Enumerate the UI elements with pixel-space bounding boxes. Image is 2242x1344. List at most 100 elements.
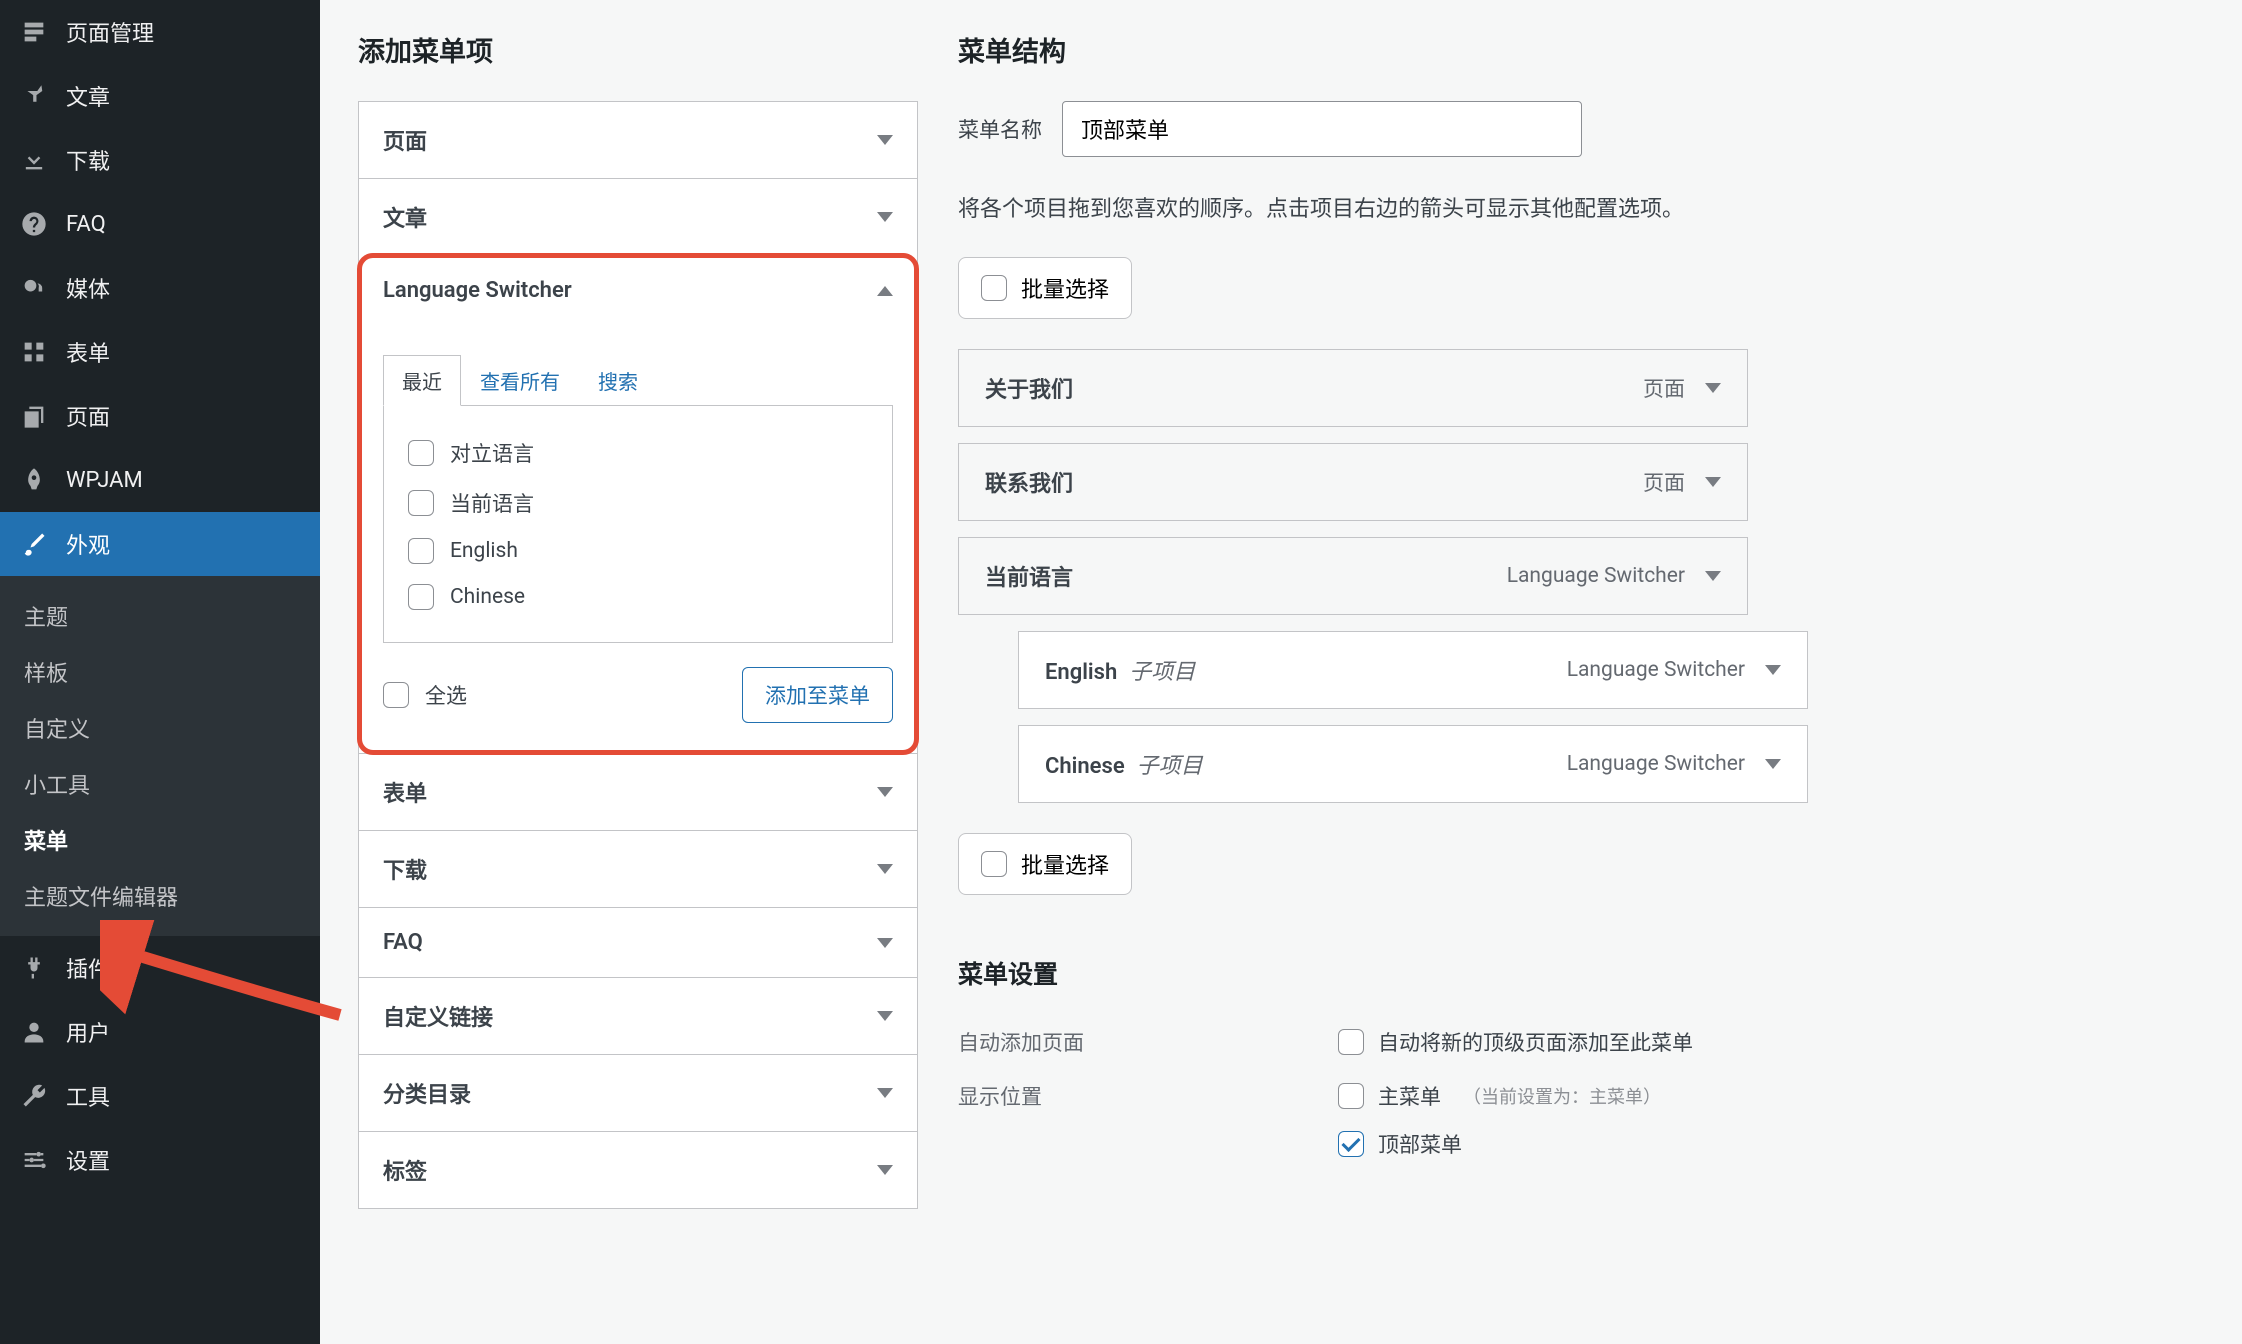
sidebar-label: FAQ bbox=[66, 212, 106, 237]
checkbox[interactable] bbox=[383, 682, 409, 708]
sidebar-item-downloads[interactable]: 下载 bbox=[0, 128, 320, 192]
auto-add-checkbox[interactable]: 自动将新的顶级页面添加至此菜单 bbox=[1338, 1027, 1693, 1057]
sidebar-item-pages-mgmt[interactable]: 页面管理 bbox=[0, 0, 320, 64]
wrench-icon bbox=[18, 1080, 50, 1112]
opt-opposite-lang[interactable]: 对立语言 bbox=[402, 428, 874, 478]
accordion-label: 分类目录 bbox=[383, 1077, 471, 1109]
accordion-lang-header[interactable]: Language Switcher bbox=[359, 256, 917, 325]
tab-view-all[interactable]: 查看所有 bbox=[461, 355, 579, 406]
chevron-down-icon bbox=[877, 135, 893, 145]
checkbox[interactable] bbox=[408, 538, 434, 564]
sidebar-item-forms[interactable]: 表单 bbox=[0, 320, 320, 384]
submenu-widgets[interactable]: 小工具 bbox=[0, 756, 320, 812]
sidebar-label: 表单 bbox=[66, 336, 110, 368]
lang-options-list: 对立语言 当前语言 English Chinese bbox=[383, 405, 893, 643]
select-all[interactable]: 全选 bbox=[383, 680, 467, 710]
menu-name-label: 菜单名称 bbox=[958, 114, 1042, 144]
sidebar-label: 外观 bbox=[66, 528, 110, 560]
submenu-themes[interactable]: 主题 bbox=[0, 588, 320, 644]
loc-top-menu[interactable]: 顶部菜单 bbox=[1338, 1129, 1661, 1159]
batch-select-button-top[interactable]: 批量选择 bbox=[958, 257, 1132, 319]
sidebar-item-users[interactable]: 用户 bbox=[0, 1000, 320, 1064]
accordion-downloads[interactable]: 下载 bbox=[359, 831, 917, 907]
accordion-faq[interactable]: FAQ bbox=[359, 908, 917, 977]
chevron-down-icon bbox=[877, 1011, 893, 1021]
chevron-down-icon[interactable] bbox=[1705, 477, 1721, 487]
accordion-label: 表单 bbox=[383, 776, 427, 808]
accordion-label: FAQ bbox=[383, 930, 423, 955]
main-content: 添加菜单项 页面 文章 Language Switcher bbox=[320, 0, 2242, 1344]
checkbox[interactable] bbox=[408, 490, 434, 516]
page-icon bbox=[18, 16, 50, 48]
tab-recent[interactable]: 最近 bbox=[383, 355, 461, 406]
accordion-label: 标签 bbox=[383, 1154, 427, 1186]
checkbox[interactable] bbox=[981, 275, 1007, 301]
submenu-theme-editor[interactable]: 主题文件编辑器 bbox=[0, 868, 320, 924]
sidebar-item-settings[interactable]: 设置 bbox=[0, 1128, 320, 1192]
accordion-forms[interactable]: 表单 bbox=[359, 754, 917, 830]
sidebar-item-tools[interactable]: 工具 bbox=[0, 1064, 320, 1128]
accordion-language-switcher: Language Switcher 最近 查看所有 搜索 对立语言 当前语言 E… bbox=[359, 255, 917, 753]
help-text: 将各个项目拖到您喜欢的顺序。点击项目右边的箭头可显示其他配置选项。 bbox=[958, 191, 2204, 223]
sidebar-item-wpjam[interactable]: WPJAM bbox=[0, 448, 320, 512]
accordion-posts[interactable]: 文章 bbox=[359, 179, 917, 255]
accordion-label: 下载 bbox=[383, 853, 427, 885]
menu-item-row[interactable]: 关于我们 页面 bbox=[958, 349, 1748, 427]
sidebar-label: WPJAM bbox=[66, 468, 143, 493]
chevron-down-icon[interactable] bbox=[1705, 571, 1721, 581]
add-to-menu-button[interactable]: 添加至菜单 bbox=[742, 667, 893, 723]
submenu-templates[interactable]: 样板 bbox=[0, 644, 320, 700]
batch-select-button-bottom[interactable]: 批量选择 bbox=[958, 833, 1132, 895]
accordion-tags[interactable]: 标签 bbox=[359, 1132, 917, 1208]
checkbox[interactable] bbox=[408, 584, 434, 610]
submenu-customize[interactable]: 自定义 bbox=[0, 700, 320, 756]
help-icon bbox=[18, 208, 50, 240]
sidebar-item-faq[interactable]: FAQ bbox=[0, 192, 320, 256]
accordion-label: 页面 bbox=[383, 124, 427, 156]
sidebar-item-pages[interactable]: 页面 bbox=[0, 384, 320, 448]
accordion-pages[interactable]: 页面 bbox=[359, 102, 917, 178]
user-icon bbox=[18, 1016, 50, 1048]
chevron-up-icon bbox=[877, 286, 893, 296]
menu-name-input[interactable] bbox=[1062, 101, 1582, 157]
menu-item-row[interactable]: 联系我们 页面 bbox=[958, 443, 1748, 521]
sidebar-label: 媒体 bbox=[66, 272, 110, 304]
auto-add-label: 自动添加页面 bbox=[958, 1027, 1298, 1057]
menu-item-row[interactable]: English子项目 Language Switcher bbox=[1018, 631, 1808, 709]
chevron-down-icon[interactable] bbox=[1765, 665, 1781, 675]
chevron-down-icon bbox=[877, 1088, 893, 1098]
chevron-down-icon bbox=[877, 1165, 893, 1175]
opt-english[interactable]: English bbox=[402, 528, 874, 574]
sidebar-item-plugins[interactable]: 插件 bbox=[0, 936, 320, 1000]
download-icon bbox=[18, 144, 50, 176]
pin-icon bbox=[18, 80, 50, 112]
copy-icon bbox=[18, 400, 50, 432]
rocket-icon bbox=[18, 464, 50, 496]
checkbox[interactable] bbox=[981, 851, 1007, 877]
checkbox[interactable] bbox=[1338, 1029, 1364, 1055]
sidebar-item-posts[interactable]: 文章 bbox=[0, 64, 320, 128]
menu-settings: 菜单设置 自动添加页面 自动将新的顶级页面添加至此菜单 显示位置 主菜单（当前设… bbox=[958, 955, 2204, 1171]
accordion-label: Language Switcher bbox=[383, 278, 572, 303]
accordion-categories[interactable]: 分类目录 bbox=[359, 1055, 917, 1131]
opt-current-lang[interactable]: 当前语言 bbox=[402, 478, 874, 528]
tab-search[interactable]: 搜索 bbox=[579, 355, 657, 406]
submenu-menus[interactable]: 菜单 bbox=[0, 812, 320, 868]
sidebar-label: 工具 bbox=[66, 1080, 110, 1112]
add-items-heading: 添加菜单项 bbox=[358, 30, 918, 69]
sidebar-label: 下载 bbox=[66, 144, 110, 176]
checkbox[interactable] bbox=[408, 440, 434, 466]
loc-main-menu[interactable]: 主菜单（当前设置为：主菜单） bbox=[1338, 1081, 1661, 1111]
menu-item-row[interactable]: Chinese子项目 Language Switcher bbox=[1018, 725, 1808, 803]
chevron-down-icon[interactable] bbox=[1705, 383, 1721, 393]
sidebar-item-media[interactable]: 媒体 bbox=[0, 256, 320, 320]
checkbox[interactable] bbox=[1338, 1083, 1364, 1109]
structure-heading: 菜单结构 bbox=[958, 30, 2204, 69]
menu-item-row[interactable]: 当前语言 Language Switcher bbox=[958, 537, 1748, 615]
sidebar-label: 页面管理 bbox=[66, 16, 154, 48]
opt-chinese[interactable]: Chinese bbox=[402, 574, 874, 620]
checkbox[interactable] bbox=[1338, 1131, 1364, 1157]
sidebar-item-appearance[interactable]: 外观 bbox=[0, 512, 320, 576]
chevron-down-icon[interactable] bbox=[1765, 759, 1781, 769]
accordion-custom-links[interactable]: 自定义链接 bbox=[359, 978, 917, 1054]
